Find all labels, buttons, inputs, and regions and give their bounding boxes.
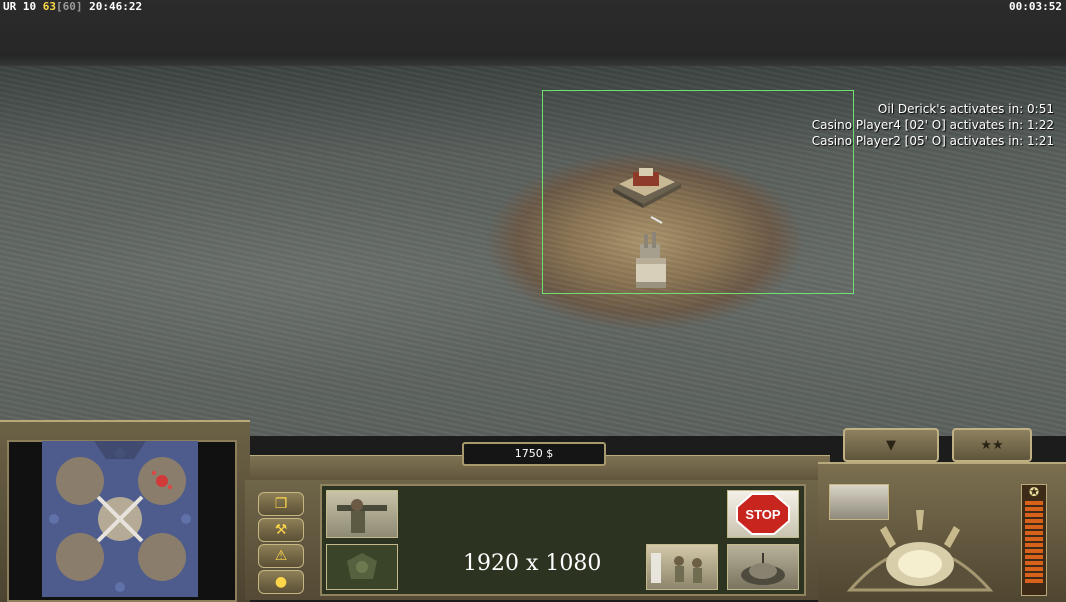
power-segment: [1025, 567, 1043, 571]
resolution-label: 1920 x 1080: [463, 551, 602, 576]
radar-dish: [846, 510, 994, 592]
rocket-soldier-button[interactable]: [326, 490, 398, 538]
windows-icon: ❐: [274, 496, 288, 512]
game-timer: 00:03:52: [1009, 0, 1062, 13]
eagle-emblem-icon: [347, 553, 377, 579]
selection-box: [542, 90, 854, 294]
top-letterbox: UR 10 63[60] 20:46:22 00:03:52: [0, 0, 1066, 70]
chat-icon: ●: [274, 574, 288, 590]
rocket-soldier-icon: [337, 499, 387, 533]
debug-prefix: UR 10: [3, 0, 37, 13]
power-meter: ✪: [1021, 484, 1047, 596]
power-segment: [1025, 519, 1043, 523]
faction-emblem-button[interactable]: [326, 544, 398, 590]
minimap[interactable]: [42, 441, 198, 597]
activation-timers: Oil Derick's activates in: 0:51 Casino P…: [812, 101, 1054, 149]
alert-button[interactable]: ⚠: [258, 544, 304, 568]
rank-stars-button[interactable]: ★★: [952, 428, 1032, 462]
chevron-down-icon: ▼: [886, 437, 896, 453]
money-display: 1750 $: [462, 442, 606, 466]
stop-button[interactable]: STOP: [727, 490, 799, 538]
build-button[interactable]: ⚒: [258, 518, 304, 542]
power-segment: [1025, 531, 1043, 535]
chat-button[interactable]: ●: [258, 570, 304, 594]
stop-label: STOP: [745, 507, 780, 522]
star-icon: ✪: [1028, 485, 1040, 499]
power-segment: [1025, 543, 1043, 547]
power-segment: [1025, 513, 1043, 517]
power-segment: [1025, 537, 1043, 541]
fps-cap: [60]: [56, 0, 83, 13]
power-segment: [1025, 555, 1043, 559]
alert-icon: ⚠: [274, 548, 288, 564]
mine-icon: [741, 553, 785, 585]
mine-button[interactable]: [727, 544, 799, 590]
fps-value: 63: [42, 0, 56, 13]
power-segment: [1025, 573, 1043, 577]
power-segment: [1025, 549, 1043, 553]
soldiers-icon: [651, 553, 702, 583]
options-button[interactable]: ❐: [258, 492, 304, 516]
power-segment: [1025, 507, 1043, 511]
capture-building-button[interactable]: [646, 544, 718, 590]
timer-line: Casino Player2 [05' O] activates in: 1:2…: [811, 134, 1054, 148]
timer-line: Oil Derick's activates in: 0:51: [877, 102, 1054, 116]
rank-stars: ★★: [980, 437, 1004, 453]
rank-down-button[interactable]: ▼: [843, 428, 939, 462]
power-segment: [1025, 579, 1043, 583]
power-segment: [1025, 525, 1043, 529]
power-segment: [1025, 501, 1043, 505]
stop-sign-icon: STOP: [736, 493, 790, 535]
timer-line: Casino Player4 [02' O] activates in: 1:2…: [811, 118, 1054, 132]
power-segment: [1025, 561, 1043, 565]
wrench-hammer-icon: ⚒: [274, 522, 288, 538]
system-clock: 20:46:22: [89, 0, 143, 13]
debug-stats: UR 10 63[60] 20:46:22: [3, 0, 142, 13]
